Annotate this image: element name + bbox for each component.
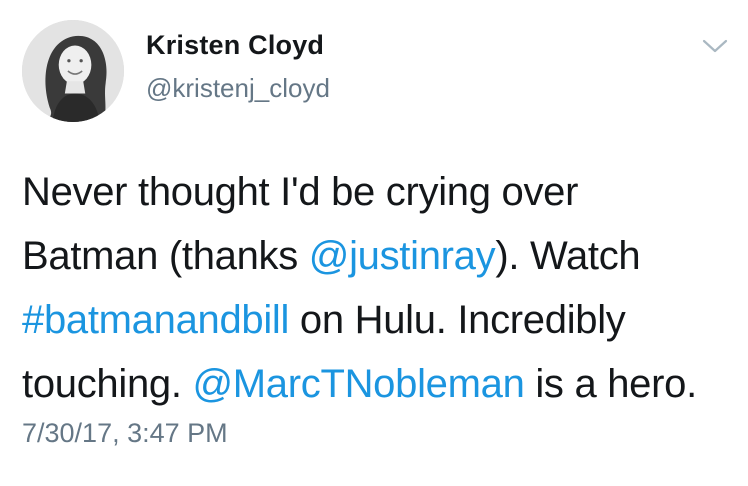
tweet-line: Never thought I'd be crying over xyxy=(22,160,737,224)
tweet-text-segment: Never thought I'd be crying over xyxy=(22,170,579,214)
avatar[interactable] xyxy=(22,20,124,122)
tweet-line: #batmanandbill on Hulu. Incredibly xyxy=(22,288,737,352)
chevron-down-icon[interactable] xyxy=(700,36,730,56)
tweet-line: touching. @MarcTNobleman is a hero. xyxy=(22,352,737,416)
mention-link-justinray[interactable]: @justinray xyxy=(309,234,496,278)
profile-photo xyxy=(22,20,124,122)
mention-link-marctnobleman[interactable]: @MarcTNobleman xyxy=(192,362,524,406)
tweet-text-segment: on Hulu. Incredibly xyxy=(289,298,626,342)
tweet-text-segment: touching. xyxy=(22,362,193,406)
author-handle[interactable]: @kristenj_cloyd xyxy=(146,73,330,104)
author-name[interactable]: Kristen Cloyd xyxy=(146,30,324,61)
tweet-text-segment: Batman (thanks xyxy=(22,234,309,278)
tweet-text-segment: is a hero. xyxy=(524,362,697,406)
tweet-text: Never thought I'd be crying over Batman … xyxy=(22,160,737,416)
tweet-timestamp[interactable]: 7/30/17, 3:47 PM xyxy=(22,418,228,449)
tweet-text-segment: ). Watch xyxy=(495,234,641,278)
tweet-line: Batman (thanks @justinray). Watch xyxy=(22,224,737,288)
hashtag-link-batmanandbill[interactable]: #batmanandbill xyxy=(22,298,289,342)
